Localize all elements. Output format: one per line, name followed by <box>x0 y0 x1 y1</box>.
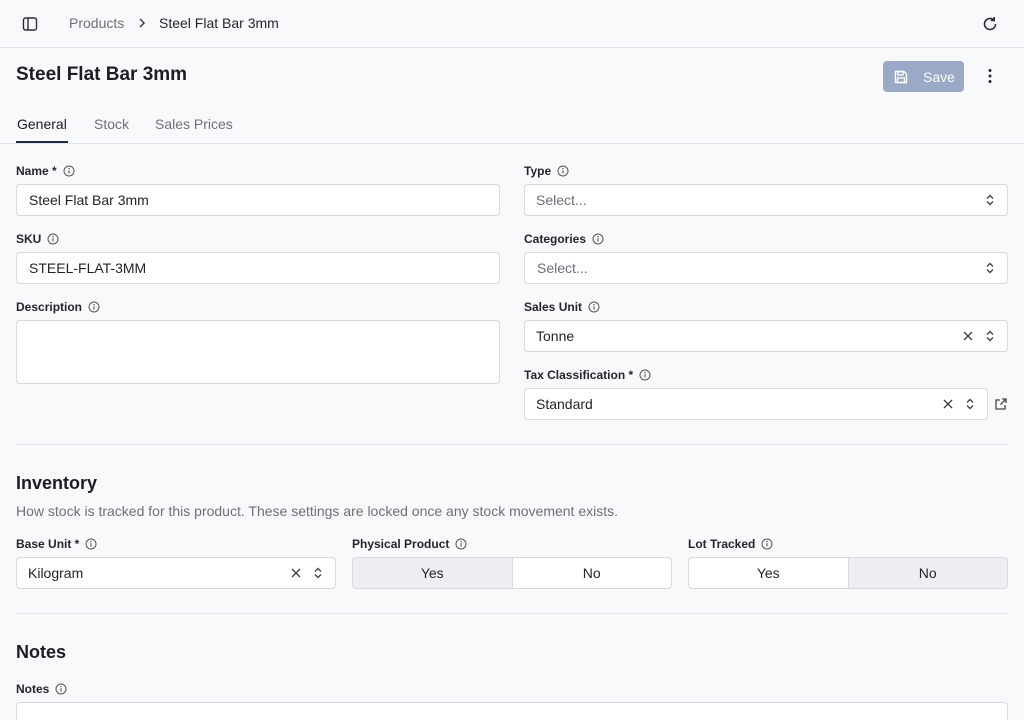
info-icon[interactable] <box>55 683 67 695</box>
type-select-placeholder: Select... <box>536 192 587 208</box>
chevron-right-icon <box>139 18 146 28</box>
notes-textarea[interactable] <box>16 702 1008 720</box>
section-divider <box>16 613 1008 614</box>
categories-select-placeholder: Select... <box>537 260 588 276</box>
tab-stock[interactable]: Stock <box>94 116 129 132</box>
info-icon[interactable] <box>588 301 600 313</box>
page-title: Steel Flat Bar 3mm <box>16 64 188 85</box>
physical-product-toggle: Yes No <box>352 557 672 589</box>
notes-heading: Notes <box>16 642 67 662</box>
base-unit-select[interactable]: Kilogram <box>16 557 336 589</box>
tax-classification-value: Standard <box>536 396 593 412</box>
chevron-up-down-icon <box>986 330 994 342</box>
chevron-up-down-icon <box>966 398 974 410</box>
save-icon <box>894 70 908 83</box>
breadcrumb-products[interactable]: Products <box>69 15 124 31</box>
physical-product-no[interactable]: No <box>511 558 672 588</box>
active-tab-indicator <box>16 141 68 143</box>
tab-general[interactable]: General <box>17 116 67 132</box>
tax-classification-select[interactable]: Standard <box>524 388 988 420</box>
section-divider <box>16 444 1008 445</box>
name-input[interactable]: Steel Flat Bar 3mm <box>16 184 500 216</box>
info-icon[interactable] <box>47 233 59 245</box>
chevron-up-down-icon <box>986 194 994 206</box>
info-icon[interactable] <box>639 369 651 381</box>
sales-unit-label: Sales Unit <box>524 300 600 314</box>
clear-icon[interactable] <box>961 329 975 343</box>
sidebar-toggle-icon[interactable] <box>20 14 40 34</box>
save-button[interactable]: Save <box>883 61 964 92</box>
type-label: Type <box>524 164 569 178</box>
lot-tracked-yes[interactable]: Yes <box>689 558 848 588</box>
categories-label: Categories <box>524 232 604 246</box>
base-unit-value: Kilogram <box>28 565 84 581</box>
description-label: Description <box>16 300 100 314</box>
save-button-label: Save <box>923 68 955 85</box>
chevron-up-down-icon <box>314 567 322 579</box>
info-icon[interactable] <box>761 538 773 550</box>
info-icon[interactable] <box>455 538 467 550</box>
info-icon[interactable] <box>88 301 100 313</box>
sku-input[interactable]: STEEL-FLAT-3MM <box>16 252 500 284</box>
top-bar: Products Steel Flat Bar 3mm <box>0 0 1024 48</box>
sku-label: SKU <box>16 232 59 246</box>
inventory-description: How stock is tracked for this product. T… <box>16 503 619 519</box>
more-options-icon[interactable] <box>980 66 1000 86</box>
clear-icon[interactable] <box>941 397 955 411</box>
base-unit-label: Base Unit * <box>16 537 97 551</box>
notes-label: Notes <box>16 682 67 696</box>
tab-sales-prices[interactable]: Sales Prices <box>155 116 233 132</box>
clear-icon[interactable] <box>289 566 303 580</box>
lot-tracked-label: Lot Tracked <box>688 537 773 551</box>
breadcrumb-current: Steel Flat Bar 3mm <box>159 15 279 31</box>
tax-classification-label: Tax Classification * <box>524 368 651 382</box>
external-link-icon[interactable] <box>994 397 1008 411</box>
description-textarea[interactable] <box>16 320 500 384</box>
physical-product-label: Physical Product <box>352 537 467 551</box>
sales-unit-value: Tonne <box>536 328 575 344</box>
inventory-heading: Inventory <box>16 473 98 493</box>
info-icon[interactable] <box>63 165 75 177</box>
info-icon[interactable] <box>592 233 604 245</box>
lot-tracked-toggle: Yes No <box>688 557 1008 589</box>
sales-unit-select[interactable]: Tonne <box>524 320 1008 352</box>
info-icon[interactable] <box>557 165 569 177</box>
categories-select[interactable]: Select... <box>524 252 1008 284</box>
info-icon[interactable] <box>85 538 97 550</box>
physical-product-yes[interactable]: Yes <box>353 558 512 588</box>
refresh-icon[interactable] <box>980 14 1000 34</box>
lot-tracked-no[interactable]: No <box>847 558 1007 588</box>
chevron-up-down-icon <box>986 262 994 274</box>
type-select[interactable]: Select... <box>524 184 1008 216</box>
name-label: Name * <box>16 164 75 178</box>
tab-bar: General Stock Sales Prices <box>0 104 1024 144</box>
